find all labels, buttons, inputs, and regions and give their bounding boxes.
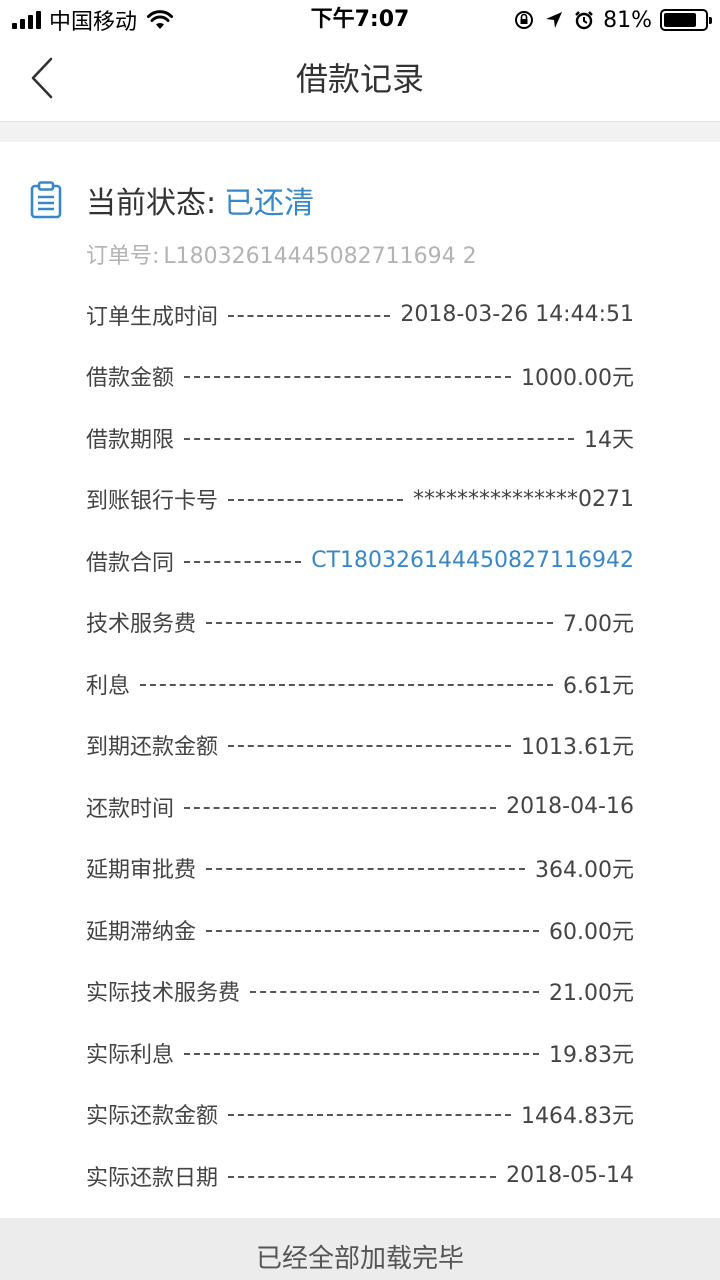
detail-row: 借款金额 1000.00元 (86, 346, 634, 408)
detail-row-value: 6.61元 (563, 673, 634, 699)
detail-row[interactable]: 借款合同 CT180326144450827116942 (86, 530, 634, 592)
alarm-icon (575, 11, 593, 30)
status-bar: 中国移动 下午7:07 81% (0, 0, 720, 40)
detail-row: 实际还款日期 2018-05-14 (86, 1145, 634, 1207)
detail-row: 延期滞纳金 60.00元 (86, 899, 634, 961)
detail-row-label: 到期还款金额 (86, 735, 219, 761)
dashed-leader (228, 314, 391, 317)
detail-row-label: 延期审批费 (86, 858, 197, 884)
detail-row-value: 7.00元 (563, 612, 634, 638)
dashed-leader (250, 991, 540, 994)
detail-row: 延期审批费 364.00元 (86, 838, 634, 900)
detail-row-label: 实际还款日期 (86, 1165, 219, 1191)
detail-row-value: 2018-04-16 (506, 794, 634, 820)
battery-fill (664, 13, 697, 27)
detail-row: 借款期限 14天 (86, 407, 634, 469)
detail-row-value: 1464.83元 (521, 1104, 634, 1130)
detail-list: 订单生成时间 2018-03-26 14:44:51 借款金额 1000.00元借款期… (86, 284, 634, 1207)
dashed-leader (206, 868, 526, 871)
detail-row-label: 借款金额 (86, 366, 175, 392)
dashed-leader (228, 1114, 512, 1117)
detail-row-value: 60.00元 (549, 919, 634, 945)
detail-row-value: 19.83元 (549, 1042, 634, 1068)
detail-row-label: 技术服务费 (86, 612, 197, 638)
current-status: 当前状态: 已还清 (30, 178, 314, 222)
dashed-leader (184, 376, 512, 379)
detail-row: 实际还款金额 1464.83元 (86, 1084, 634, 1146)
battery-icon (660, 9, 712, 31)
detail-row-label: 还款时间 (86, 796, 175, 822)
detail-row-label: 利息 (86, 673, 131, 699)
detail-row-value: ***************0271 (413, 486, 634, 512)
detail-row-label: 实际技术服务费 (86, 981, 241, 1007)
dashed-leader (206, 622, 553, 625)
detail-row-label: 订单生成时间 (86, 304, 219, 330)
dashed-leader (228, 745, 512, 748)
detail-row-label: 借款期限 (86, 427, 175, 453)
detail-row: 订单生成时间 2018-03-26 14:44:51 (86, 284, 634, 346)
status-label: 当前状态: (86, 186, 217, 221)
dashed-leader (206, 929, 540, 932)
detail-row-value: 1013.61元 (521, 735, 634, 761)
detail-row: 到期还款金额 1013.61元 (86, 715, 634, 777)
orientation-lock-icon (515, 11, 534, 29)
detail-row-value: 2018-05-14 (506, 1163, 634, 1189)
detail-row: 还款时间 2018-04-16 (86, 776, 634, 838)
dashed-leader (184, 1052, 540, 1055)
dashed-leader (140, 683, 553, 686)
detail-row-label: 延期滞纳金 (86, 919, 197, 945)
clipboard-icon (30, 181, 62, 219)
location-arrow-icon (546, 12, 563, 28)
dashed-leader (228, 499, 403, 502)
order-number: 订单号: L18032614445082711694 2 (86, 238, 477, 270)
detail-row-label: 实际利息 (86, 1042, 175, 1068)
loan-contract-link[interactable]: CT180326144450827116942 (311, 548, 634, 573)
status-bar-right: 81% (513, 6, 712, 34)
nav-bar: 借款记录 (0, 40, 720, 122)
dashed-leader (184, 560, 302, 563)
detail-row: 实际技术服务费 21.00元 (86, 961, 634, 1023)
detail-row: 利息 6.61元 (86, 653, 634, 715)
detail-row-value: 14天 (584, 427, 634, 453)
loan-detail-card: 当前状态: 已还清 订单号: L18032614445082711694 2 订单… (0, 142, 720, 1218)
detail-row: 到账银行卡号 ***************0271 (86, 469, 634, 531)
detail-row-label: 实际还款金额 (86, 1104, 219, 1130)
detail-row-value: 1000.00元 (521, 366, 634, 392)
page-title: 借款记录 (295, 60, 424, 98)
detail-row-value: 2018-03-26 14:44:51 (400, 302, 634, 328)
dashed-leader (184, 437, 574, 440)
load-complete-footer: 已经全部加载完毕 (0, 1218, 720, 1280)
detail-row-value: 364.00元 (535, 858, 634, 884)
detail-row: 实际利息 19.83元 (86, 1022, 634, 1084)
status-value: 已还清 (224, 186, 315, 221)
dashed-leader (184, 806, 497, 809)
detail-row-value: 21.00元 (549, 981, 634, 1007)
dashed-leader (228, 1175, 497, 1178)
detail-row-label: 到账银行卡号 (86, 489, 219, 515)
order-number-value: L18032614445082711694 2 (163, 244, 477, 269)
detail-row-label: 借款合同 (86, 550, 175, 576)
battery-percent: 81% (603, 7, 652, 33)
order-number-label: 订单号: (86, 244, 160, 269)
detail-row: 技术服务费 7.00元 (86, 592, 634, 654)
